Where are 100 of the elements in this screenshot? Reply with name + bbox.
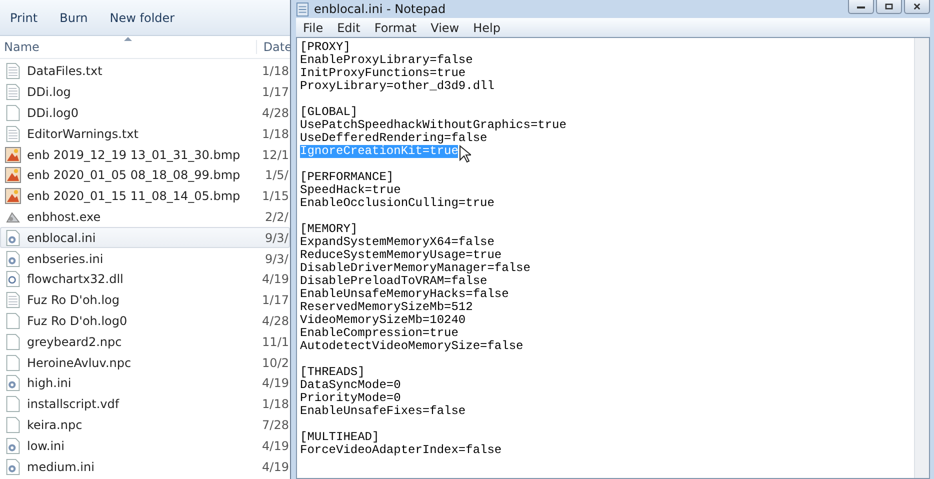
setting-line: VideoMemorySizeMb=10240 — [300, 314, 466, 327]
section-header: [MEMORY] — [300, 223, 358, 236]
toolbar-button[interactable]: New folder — [102, 8, 183, 26]
file-date: 1/15 — [262, 189, 289, 204]
setting-line: EnableUnsafeMemoryHacks=false — [300, 288, 509, 301]
file-name: Fuz Ro D'oh.log — [27, 293, 121, 308]
setting-line: PriorityMode=0 — [300, 392, 401, 405]
file-row[interactable]: enb 2019_12_19 13_01_31_30.bmp 12/1 — [0, 144, 290, 165]
menu-item[interactable]: Help — [466, 20, 508, 34]
file-name: DDi.log — [27, 85, 72, 100]
file-name: enb 2020_01_05 08_18_08_99.bmp — [27, 168, 242, 182]
toolbar-button[interactable]: Burn — [52, 8, 96, 26]
file-date: 12/1 — [262, 148, 289, 162]
setting-line: ExpandSystemMemoryX64=false — [300, 236, 494, 249]
mouse-pointer-icon — [459, 145, 472, 163]
file-row[interactable]: DDi.log 1/17 — [0, 82, 290, 103]
file-date: 1/17 — [262, 85, 289, 100]
setting-line: EnableCompression=true — [300, 327, 458, 340]
library-file-icon — [5, 271, 21, 288]
setting-line: UsePatchSpeedhackWithoutGraphics=true — [300, 119, 566, 132]
file-date: 1/5/ — [265, 168, 288, 182]
file-row[interactable]: flowchartx32.dll 4/19 — [0, 268, 290, 290]
file-date: 4/28 — [262, 314, 289, 328]
file-name: medium.ini — [27, 460, 96, 474]
selected-text: IgnoreCreationKit=true — [300, 145, 458, 158]
file-row[interactable]: low.ini 4/19 — [0, 435, 290, 456]
blank-file-icon — [5, 104, 21, 121]
file-name: installscript.vdf — [27, 397, 120, 412]
file-name: flowchartx32.dll — [27, 272, 124, 286]
blank-file-icon — [5, 312, 21, 329]
file-row[interactable]: keira.npc 7/28 — [0, 414, 290, 436]
file-name: HeroineAvluv.npc — [27, 356, 132, 370]
file-row[interactable]: high.ini 4/19 — [0, 372, 290, 394]
file-row[interactable]: DataFiles.txt 1/18 — [0, 61, 290, 82]
file-row[interactable]: greybeard2.npc 11/1 — [0, 331, 290, 352]
file-date: 4/19 — [262, 460, 289, 474]
sort-arrow-icon — [124, 37, 132, 41]
file-name: enbseries.ini — [27, 252, 104, 266]
settings-file-icon — [5, 375, 21, 392]
file-date: 4/28 — [262, 106, 289, 120]
setting-line: DisableDriverMemoryManager=false — [300, 262, 530, 275]
file-row[interactable]: enblocal.ini 9/3/ — [0, 227, 290, 248]
file-name: enb 2020_01_15 11_08_14_05.bmp — [27, 189, 242, 204]
maximize-button[interactable] — [876, 0, 902, 14]
file-name: greybeard2.npc — [27, 334, 123, 349]
file-name: enb 2019_12_19 13_01_31_30.bmp — [27, 148, 242, 162]
file-row[interactable]: enb 2020_01_05 08_18_08_99.bmp 1/5/ — [0, 164, 290, 186]
file-row[interactable]: enb 2020_01_15 11_08_14_05.bmp 1/15 — [0, 186, 290, 207]
file-date: 2/2/ — [265, 210, 288, 224]
file-row[interactable]: enbhost.exe 2/2/ — [0, 206, 290, 228]
file-date: 1/18 — [262, 126, 289, 141]
settings-file-icon — [5, 458, 21, 475]
section-header: [PERFORMANCE] — [300, 171, 394, 184]
window-title: enblocal.ini - Notepad — [314, 2, 447, 16]
file-date: 4/19 — [262, 272, 289, 286]
notepad-icon — [296, 2, 309, 16]
setting-line: ReservedMemorySizeMb=512 — [300, 301, 473, 314]
file-date: 7/28 — [262, 418, 289, 432]
menu-item[interactable]: View — [424, 20, 466, 34]
file-date: 4/19 — [262, 376, 289, 390]
blank-file-icon — [5, 416, 21, 433]
file-date: 11/1 — [262, 334, 289, 349]
settings-file-icon — [5, 230, 21, 246]
file-row[interactable]: Fuz Ro D'oh.log0 4/28 — [0, 310, 290, 332]
setting-line: DataSyncMode=0 — [300, 379, 401, 392]
scrollbar[interactable] — [914, 38, 929, 478]
file-row[interactable]: HeroineAvluv.npc 10/2 — [0, 352, 290, 373]
setting-line: AutodetectVideoMemorySize=false — [300, 340, 524, 353]
file-name: Fuz Ro D'oh.log0 — [27, 314, 128, 328]
minimize-button[interactable] — [848, 0, 874, 14]
file-row[interactable]: medium.ini 4/19 — [0, 456, 290, 477]
file-row[interactable]: DDi.log0 4/28 — [0, 102, 290, 124]
menu-item[interactable]: File — [296, 20, 330, 34]
file-date: 9/3/ — [265, 252, 288, 266]
toolbar-button[interactable]: Print — [2, 8, 46, 26]
file-name: high.ini — [27, 376, 72, 390]
text-file-icon — [5, 126, 21, 142]
setting-line: EnableProxyLibrary=false — [300, 54, 473, 67]
file-date: 4/19 — [262, 438, 289, 453]
maximize-icon — [884, 3, 894, 10]
file-row[interactable]: enbseries.ini 9/3/ — [0, 248, 290, 269]
text-file-icon — [5, 63, 21, 80]
setting-line: ProxyLibrary=other_d3d9.dll — [300, 80, 494, 93]
file-name: keira.npc — [27, 418, 84, 432]
file-name: EditorWarnings.txt — [27, 126, 140, 141]
image-file-icon — [5, 167, 21, 184]
setting-line: EnableOcclusionCulling=true — [300, 197, 494, 210]
blank-file-icon — [5, 354, 21, 371]
file-name: enbhost.exe — [27, 210, 102, 224]
blank-file-icon — [5, 334, 21, 350]
setting-line: ForceVideoAdapterIndex=false — [300, 444, 502, 457]
setting-line: DisablePreloadToVRAM=false — [300, 275, 488, 288]
file-row[interactable]: installscript.vdf 1/18 — [0, 394, 290, 415]
menu-item[interactable]: Edit — [330, 20, 368, 34]
menu-item[interactable]: Format — [367, 20, 424, 34]
settings-file-icon — [5, 438, 21, 454]
file-row[interactable]: EditorWarnings.txt 1/18 — [0, 123, 290, 144]
close-button[interactable] — [904, 0, 930, 14]
section-header: [MULTIHEAD] — [300, 431, 380, 444]
file-row[interactable]: Fuz Ro D'oh.log 1/17 — [0, 290, 290, 311]
